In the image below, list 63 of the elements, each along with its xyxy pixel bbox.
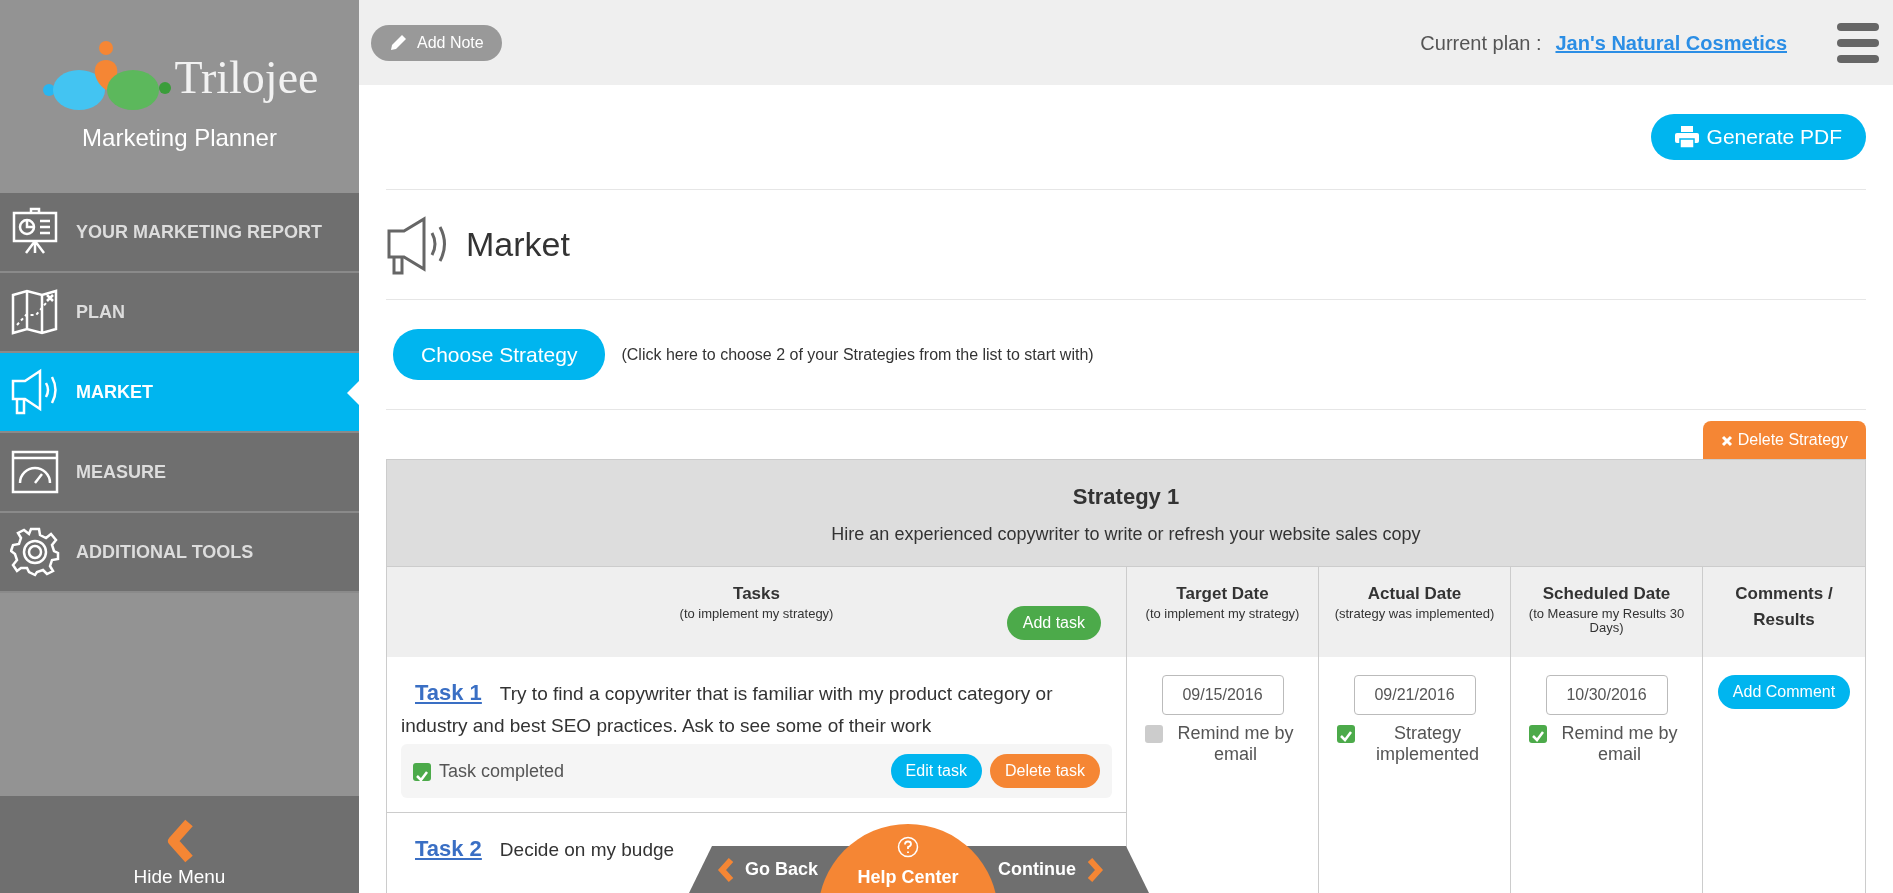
app-subtitle: Marketing Planner — [82, 122, 277, 153]
sidebar-item-label: ADDITIONAL TOOLS — [76, 540, 254, 564]
generate-pdf-button[interactable]: Generate PDF — [1650, 114, 1866, 160]
checkbox[interactable] — [1336, 725, 1355, 743]
sidebar-item-label: PLAN — [76, 300, 125, 324]
strategy-description: Hire an experienced copywriter to write or refresh your website sales copy — [830, 523, 1422, 546]
sidebar-item[interactable]: YOUR MARKETING REPORT — [0, 193, 359, 273]
help-icon — [897, 836, 920, 858]
hint-text: (Click here to choose 2 of your Strategies from the list to start with) — [621, 344, 1094, 365]
sidebar-item-label: YOUR MARKETING REPORT — [76, 220, 322, 244]
column-header: Tasks — [732, 583, 781, 605]
plan-name-link[interactable]: Jan's Natural Cosmetics — [1555, 27, 1787, 58]
sidebar-item[interactable]: MEASURE — [0, 433, 359, 513]
chevron-right-icon — [1086, 856, 1105, 883]
column-subtitle: (to implement my strategy) — [1144, 606, 1301, 622]
column-header: Comments / Results — [1734, 583, 1834, 631]
strategy-title: Strategy 1 — [1071, 483, 1181, 511]
column-header: Actual Date — [1366, 583, 1463, 605]
sidebar-item[interactable]: ADDITIONAL TOOLS — [0, 513, 359, 593]
choose-strategy-button[interactable]: Choose Strategy — [393, 328, 606, 381]
delete-strategy-button[interactable]: Delete Strategy — [1702, 421, 1866, 459]
checkbox[interactable] — [1144, 725, 1163, 743]
task-description: Task 1 Try to find a copywriter that is familiar with my product category or industry and best SEO practices. Ask to see some of their work — [401, 679, 1054, 738]
add-comment-button[interactable]: Add Comment — [1717, 675, 1851, 709]
column-header: Scheduled Date — [1541, 583, 1672, 605]
add-task-button[interactable]: Add task — [1006, 606, 1101, 640]
edit-task-button[interactable]: Edit task — [890, 754, 982, 788]
checkbox-label: Remind me by email — [1560, 723, 1679, 765]
column-subtitle: (strategy was implemented) — [1333, 606, 1496, 622]
delete-task-button[interactable]: Delete task — [989, 754, 1100, 788]
sidebar-item[interactable]: MARKET — [0, 353, 359, 433]
checkbox-label: Strategy implemented — [1374, 723, 1481, 765]
date-field[interactable]: 09/21/2016 — [1353, 675, 1476, 715]
add-note-button[interactable]: Add Note — [371, 24, 502, 61]
current-plan-label: Current plan : — [1420, 30, 1542, 56]
sidebar-item[interactable]: PLAN — [0, 273, 359, 353]
gear-icon — [10, 527, 60, 577]
pencil-icon — [389, 33, 407, 52]
logo-text: Trilojee — [174, 51, 319, 105]
checkbox-label: Task completed — [439, 759, 565, 783]
close-icon — [1720, 434, 1733, 447]
go-back-link[interactable]: Go Back — [717, 846, 819, 893]
menu-icon[interactable] — [1837, 22, 1879, 63]
page-title: Market — [466, 224, 570, 265]
megaphone-icon — [10, 367, 60, 417]
checkbox-label: Remind me by email — [1176, 723, 1295, 765]
column-subtitle: (to Measure my Results 30 Days) — [1527, 606, 1686, 637]
pointer-icon — [347, 381, 359, 405]
chevron-left-icon — [717, 856, 735, 883]
date-field[interactable]: 09/15/2016 — [1161, 675, 1284, 715]
date-field[interactable]: 10/30/2016 — [1545, 675, 1668, 715]
continue-link[interactable]: Continue — [998, 846, 1105, 893]
sidebar-item-label: MEASURE — [76, 460, 166, 484]
hide-menu-link[interactable]: Hide Menu — [133, 862, 226, 891]
checkbox[interactable] — [413, 763, 431, 781]
task-link[interactable]: Task 1 — [415, 680, 482, 705]
column-header: Target Date — [1175, 583, 1270, 605]
printer-icon — [1674, 126, 1699, 148]
map-icon — [10, 287, 60, 337]
help-center-label: Help Center — [857, 866, 959, 889]
sidebar-item-label: MARKET — [76, 380, 153, 404]
task-link[interactable]: Task 2 — [415, 836, 482, 861]
checkbox[interactable] — [1528, 725, 1547, 743]
